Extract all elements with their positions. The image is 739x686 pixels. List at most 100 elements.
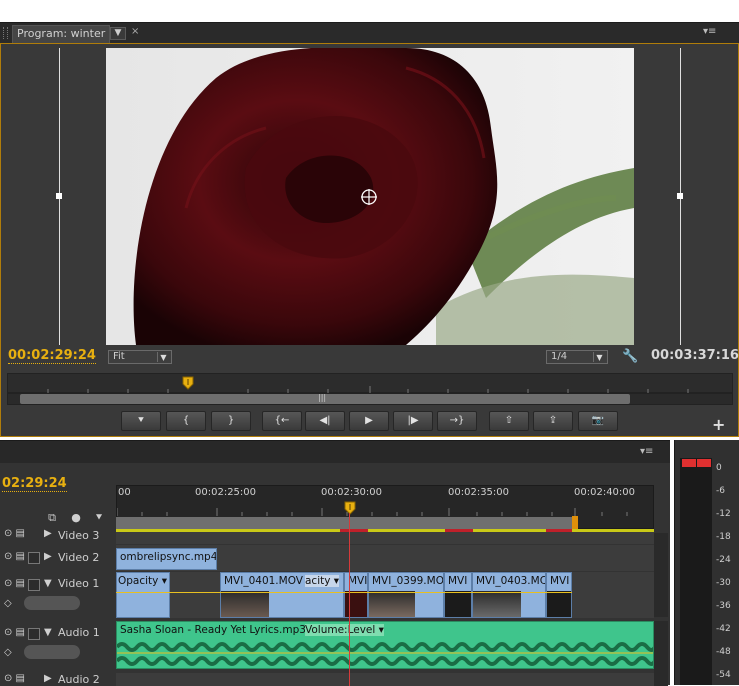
go-to-out-button[interactable]: →} [437,411,477,431]
clip-label: MVI [448,575,468,587]
speaker-icon[interactable]: ⊙ ▤ [4,673,25,684]
clip-label: MVI [550,575,570,587]
collapse-icon[interactable]: ▼ [44,627,52,638]
clip-ombrelipsync[interactable]: ombrelipsync.mp4 [116,548,217,570]
clip-label: acity ▾ [305,575,340,587]
speaker-icon[interactable]: ⊙ ▤ [4,627,25,638]
track-audio1[interactable]: Sasha Sloan - Ready Yet Lyrics.mp3 Volum… [116,621,654,669]
clip-thumbnail [473,591,521,617]
track-name: Video 1 [58,577,100,590]
clip-thumbnail [547,591,571,617]
safe-guide-handle-right[interactable] [677,193,683,199]
timeline-current-timecode[interactable]: 02:29:24 [2,476,67,492]
keyframe-navigator[interactable] [24,645,80,659]
clip-mvi-0399[interactable]: MVI_0399.MO [368,572,444,618]
go-to-in-button[interactable]: {← [262,411,302,431]
track-header-video1: ⊙ ▤ ▼ Video 1 ◇ [0,572,116,618]
monitor-mini-ruler[interactable] [7,373,733,393]
eye-icon[interactable]: ⊙ ▤ [4,578,25,589]
track-header-audio1: ⊙ ▤ ▼ Audio 1 ◇ [0,621,116,669]
expand-icon[interactable]: ▶ [44,673,52,684]
mark-in-button[interactable]: { [166,411,206,431]
clip-mvi[interactable]: MVI [444,572,472,618]
clip-opacity[interactable]: Opacity ▾ [116,572,170,618]
extract-icon: ⇪ [548,415,558,426]
track-name: Video 2 [58,551,100,564]
tab-menu-button[interactable]: ▼ [110,27,126,40]
ruler-label: 00:02:30:00 [321,487,383,498]
meter-level-label: -36 [716,601,731,611]
meter-level-label: 0 [716,463,722,473]
close-icon[interactable]: × [131,26,139,37]
clip-mvi[interactable]: MVI [546,572,572,618]
add-marker-button[interactable]: ⯆ [121,411,161,431]
keyframe-navigator[interactable] [24,596,80,610]
work-area-end-handle[interactable] [572,516,578,529]
meter-level-label: -18 [716,532,731,542]
ruler-label: 00 [118,487,131,498]
clip-sasha-sloan-audio[interactable]: Sasha Sloan - Ready Yet Lyrics.mp3 Volum… [116,621,654,669]
expand-icon[interactable]: ▶ [44,551,52,562]
collapse-icon[interactable]: ▼ [44,578,52,589]
track-lock-toggle[interactable] [28,628,40,640]
track-header-video2: ⊙ ▤ ▶ Video 2 [0,545,116,571]
program-current-timecode[interactable]: 00:02:29:24 [8,348,96,364]
mark-in-icon: { [182,415,190,426]
meter-level-label: -24 [716,555,731,565]
linked-selection-icon[interactable]: ● [68,511,84,527]
program-monitor-panel: Program: winter ▼ × ▾≡ 00:02:29:24 Fit ▼… [0,22,739,437]
meter-level-label: -12 [716,509,731,519]
clip-label: MVI_0399.MO [372,575,444,587]
play-button[interactable]: ▶ [349,411,389,431]
monitor-zoom-scroll-thumb[interactable]: ||| [20,393,630,404]
chevron-down-icon: ▼ [157,352,169,362]
clip-mvi-0403[interactable]: MVI_0403.MC [472,572,546,618]
safe-guide-handle-left[interactable] [56,193,62,199]
mini-playhead-icon[interactable] [182,376,194,390]
eye-icon[interactable]: ⊙ ▤ [4,551,25,562]
track-lock-toggle[interactable] [28,579,40,591]
playhead-icon[interactable] [344,501,356,515]
panel-menu-icon[interactable]: ▾≡ [703,26,716,37]
program-monitor-tab[interactable]: Program: winter [12,25,111,43]
track-lock-toggle[interactable] [28,552,40,564]
step-back-button[interactable]: ◀| [305,411,345,431]
clip-label: MVI_0403.MC [476,575,546,587]
export-frame-button[interactable]: 📷 [578,411,618,431]
ruler-label: 00:02:35:00 [448,487,510,498]
add-marker-icon[interactable]: ⯆ [91,511,107,527]
zoom-select[interactable]: Fit ▼ [108,350,172,364]
track-video2[interactable]: ombrelipsync.mp4 [116,545,654,571]
panel-menu-icon[interactable]: ▾≡ [640,446,653,457]
clip-label: MVI [348,575,368,587]
playhead-line[interactable] [349,513,350,686]
timeline-header-bar [0,441,670,463]
track-video1[interactable]: Opacity ▾ MVI_0401.MOV acity ▾ MVI MVI_0… [116,572,654,618]
add-button[interactable]: + [712,415,725,434]
track-audio2[interactable] [116,673,654,686]
video-tracks-scrollbar[interactable] [654,533,668,617]
tab-grip[interactable] [3,27,8,39]
work-area-bar[interactable] [116,517,576,529]
wrench-icon[interactable]: 🔧 [622,349,638,364]
step-forward-button[interactable]: |▶ [393,411,433,431]
track-video3[interactable] [116,532,654,544]
lift-button[interactable]: ⇧ [489,411,529,431]
eye-icon[interactable]: ⊙ ▤ [4,528,25,539]
audio-tracks-scrollbar[interactable] [654,621,668,686]
mark-out-button[interactable]: } [211,411,251,431]
crosshair-icon[interactable] [360,188,378,206]
extract-button[interactable]: ⇪ [533,411,573,431]
clip-thumbnail [221,591,269,617]
clip-mvi-0401[interactable]: MVI_0401.MOV acity ▾ [220,572,344,618]
clip-mvi[interactable]: MVI [344,572,368,618]
snap-icon[interactable]: ⧉ [44,511,60,527]
resolution-select[interactable]: 1/4 ▼ [546,350,608,364]
opacity-rubber-band[interactable] [116,592,572,593]
program-monitor-tab-title: Program: winter [17,27,106,40]
meter-level-label: -6 [716,486,725,496]
keyframe-icon[interactable]: ◇ [4,598,12,609]
chevron-down-icon: ▼ [114,28,122,38]
expand-icon[interactable]: ▶ [44,528,52,539]
keyframe-icon[interactable]: ◇ [4,647,12,658]
